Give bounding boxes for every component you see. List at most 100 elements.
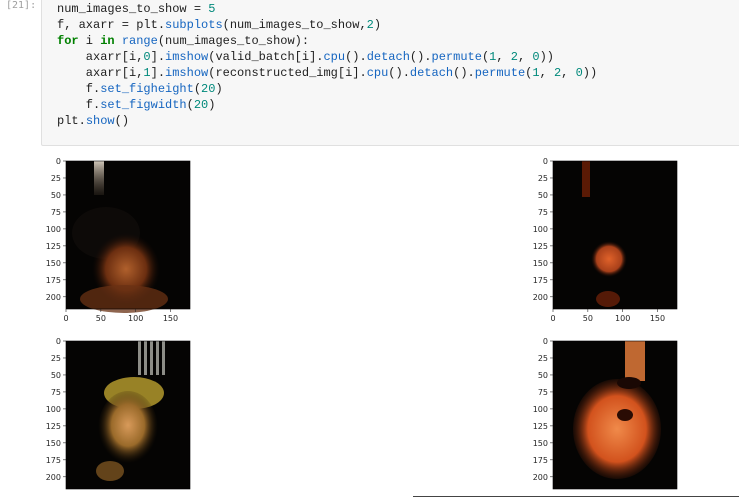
y-tick-label: 150 [533, 259, 548, 268]
y-tick-label: 75 [538, 208, 548, 217]
y-tick-label: 175 [533, 276, 548, 285]
y-tick-label: 50 [538, 191, 548, 200]
y-tick-label: 50 [51, 191, 61, 200]
code-token: in [100, 34, 115, 48]
code-token: (). [345, 50, 367, 64]
code-token: plt. [57, 114, 86, 128]
code-token: 2 [366, 18, 374, 32]
code-line[interactable]: plt.show() [57, 113, 597, 129]
code-line[interactable]: for i in range(num_images_to_show): [57, 33, 597, 49]
code-token: for [57, 34, 79, 48]
y-tick-label: 50 [538, 371, 548, 380]
code-token: 1 [532, 66, 540, 80]
recon-face [573, 379, 661, 479]
row2-reconstructed-face-axes: 0 25 50 75 100 125 150 175 200 [533, 337, 678, 490]
subplot-figure: 0 25 50 75 100 125 150 175 200 0 50 100 150 0 25 50 75 10… [46, 157, 678, 490]
code-line[interactable]: axarr[i,0].imshow(valid_batch[i].cpu().d… [57, 49, 597, 65]
recon-streak [625, 341, 645, 381]
x-tick-label: 150 [163, 314, 178, 323]
code-token: subplots [165, 18, 223, 32]
code-line[interactable]: num_images_to_show = 5 [57, 1, 597, 17]
y-tick-label: 125 [533, 242, 548, 251]
code-token: , [496, 50, 511, 64]
y-tick-label: 75 [51, 388, 61, 397]
y-tick-label: 125 [46, 422, 61, 431]
y-tick-label: 150 [533, 439, 548, 448]
code-token: detach [366, 50, 410, 64]
row1-reconstructed-face-axes: 0 25 50 75 100 125 150 175 200 0 50 100 150 [533, 157, 678, 323]
recon-dark-spot [617, 409, 633, 421]
code-token: set_figwidth [100, 98, 187, 112]
code-token: permute [474, 66, 526, 80]
recon-streak [582, 161, 590, 197]
code-token: ]. [150, 66, 166, 80]
code-token: ) [208, 98, 216, 112]
x-tick-label: 150 [650, 314, 665, 323]
code-token: f, axarr = plt. [57, 18, 166, 32]
x-tick-label: 0 [63, 314, 68, 323]
code-token: ) [215, 82, 223, 96]
code-token: (). [388, 66, 410, 80]
y-tick-label: 75 [538, 388, 548, 397]
background-stripe [144, 341, 147, 375]
x-tick-label: 100 [615, 314, 630, 323]
code-token: 5 [208, 2, 216, 16]
background-stripe [150, 341, 153, 375]
row1-reconstructed-face-image [553, 161, 677, 309]
code-token: (). [453, 66, 475, 80]
code-token: cpu [366, 66, 389, 80]
code-token: permute [431, 50, 482, 64]
recon-face [591, 241, 627, 277]
y-tick-label: 0 [56, 337, 61, 346]
y-tick-label: 100 [533, 405, 548, 414]
code-line[interactable]: f, axarr = plt.subplots(num_images_to_sh… [57, 17, 597, 33]
code-line[interactable]: axarr[i,1].imshow(reconstructed_img[i].c… [57, 65, 597, 81]
hand-shape [96, 461, 124, 481]
light-streak [94, 161, 104, 195]
code-line[interactable]: f.set_figwidth(20) [57, 97, 597, 113]
y-tick-label: 150 [46, 439, 61, 448]
code-cell[interactable]: num_images_to_show = 5 f, axarr = plt.sub… [41, 0, 739, 146]
y-tick-label: 175 [46, 276, 61, 285]
x-tick-label: 100 [128, 314, 143, 323]
x-tick-label: 50 [96, 314, 106, 323]
code-line[interactable]: f.set_figheight(20) [57, 81, 597, 97]
code-token: range [121, 34, 158, 48]
code-token: (). [409, 50, 432, 64]
code-token: (reconstructed_img[i]. [208, 66, 367, 80]
y-tick-label: 200 [46, 293, 61, 302]
y-tick-label: 175 [46, 456, 61, 465]
y-tick-label: 0 [56, 157, 61, 166]
code-token: f. [57, 98, 101, 112]
code-token: , [539, 66, 554, 80]
code-token: 0 [143, 50, 151, 64]
code-token: axarr[i, [57, 66, 144, 80]
cell-prompt: [21]: [6, 0, 37, 11]
code-token: 0 [532, 50, 540, 64]
code-token: axarr[i, [57, 50, 144, 64]
row1-original-face-axes: 0 25 50 75 100 125 150 175 200 0 50 100 150 [46, 157, 191, 323]
y-tick-label: 25 [51, 174, 61, 183]
divider-line [413, 496, 739, 497]
y-tick-label: 75 [51, 208, 61, 217]
code-token: )) [539, 50, 554, 64]
y-tick-label: 200 [533, 293, 548, 302]
code-token: , [517, 50, 533, 64]
cell-output: 0 25 50 75 100 125 150 175 200 0 50 100 150 0 25 50 75 10… [0, 150, 739, 500]
y-tick-label: 125 [46, 242, 61, 251]
code-token: cpu [323, 50, 346, 64]
x-tick-label: 0 [550, 314, 555, 323]
code-token: f. [57, 82, 101, 96]
code-token: (valid_batch[i]. [208, 50, 324, 64]
code-editor[interactable]: num_images_to_show = 5 f, axarr = plt.sub… [57, 1, 597, 129]
y-tick-label: 100 [533, 225, 548, 234]
y-tick-label: 175 [533, 456, 548, 465]
code-token: set_figheight [100, 82, 194, 96]
code-token: ]. [150, 50, 166, 64]
code-token: ) [373, 18, 382, 32]
code-token: detach [409, 66, 454, 80]
code-token: 0 [575, 66, 583, 80]
y-tick-label: 50 [51, 371, 61, 380]
y-tick-label: 100 [46, 405, 61, 414]
